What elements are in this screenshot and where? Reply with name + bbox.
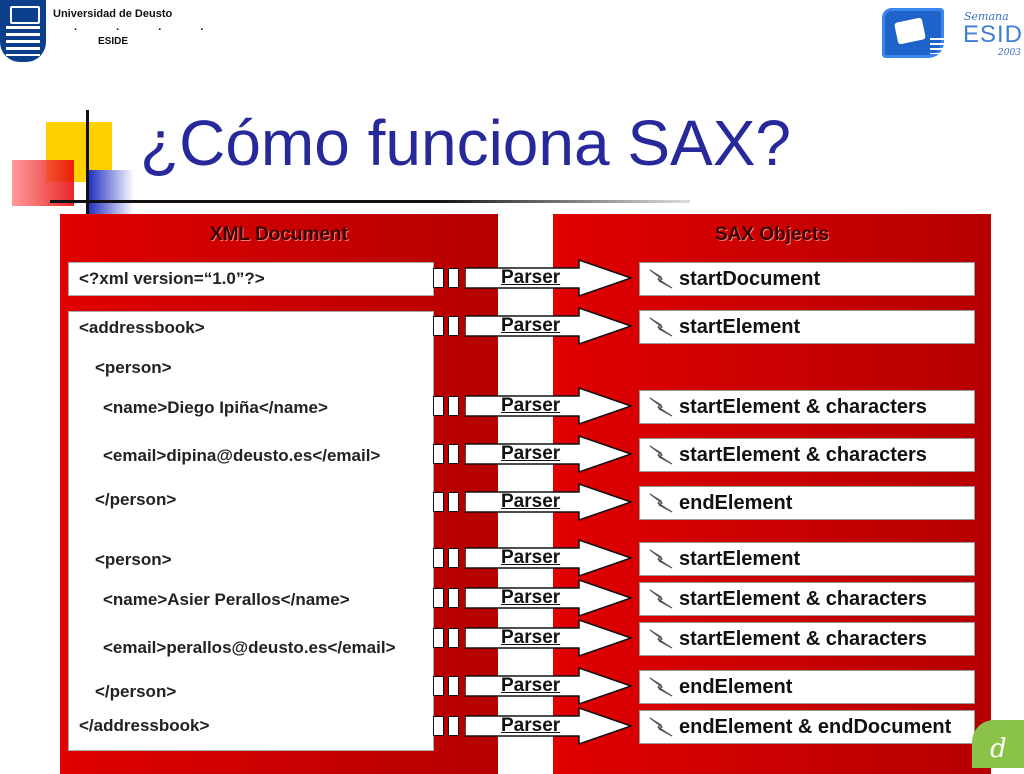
xml-line: </person>	[95, 490, 177, 509]
parser-label: Parser	[501, 267, 561, 288]
parser-arrow: Parser	[433, 666, 634, 706]
sax-event-label: startElement & characters	[679, 396, 927, 418]
sax-event-label: startDocument	[679, 268, 821, 290]
sax-event-label: startElement & characters	[679, 444, 927, 466]
parser-label: Parser	[501, 443, 561, 464]
eside-logo-year: 2003	[998, 48, 1021, 58]
corner-decoration: d	[972, 720, 1024, 768]
parser-arrow: Parser	[433, 306, 634, 346]
sax-event-label: endElement & endDocument	[679, 716, 952, 738]
xml-line: </person>	[95, 682, 177, 701]
parser-bar	[433, 444, 444, 464]
parser-bar	[448, 492, 459, 512]
parser-arrow: Parser	[433, 434, 634, 474]
xml-declaration-box: <?xml version=“1.0”?>	[68, 262, 434, 296]
parser-arrow: Parser	[433, 578, 634, 618]
parser-bar	[433, 548, 444, 568]
xml-line: <person>	[95, 550, 172, 569]
parser-bar	[448, 628, 459, 648]
parser-arrow: Parser	[433, 482, 634, 522]
xml-declaration: <?xml version=“1.0”?>	[79, 269, 265, 288]
eside-logo: Semana ESIDE 2003	[880, 4, 1024, 64]
xml-line: <name>Asier Perallos</name>	[103, 590, 350, 609]
university-dots: . . . .	[74, 21, 222, 33]
xml-document-heading: XML Document	[210, 224, 348, 245]
parser-bar	[433, 268, 444, 288]
university-logo	[0, 0, 46, 62]
parser-bar	[433, 716, 444, 736]
sax-event-box: endElement & endDocument	[639, 710, 975, 744]
parser-label: Parser	[501, 675, 561, 696]
xml-body-box: <addressbook> <person> <name>Diego Ipiña…	[68, 311, 434, 751]
parser-bar	[433, 676, 444, 696]
title-underline	[50, 200, 690, 203]
eside-emblem	[882, 8, 948, 58]
sax-event-label: startElement	[679, 316, 801, 338]
parser-bar	[448, 268, 459, 288]
sax-event-label: startElement & characters	[679, 588, 927, 610]
parser-bar	[448, 316, 459, 336]
parser-bar	[433, 588, 444, 608]
parser-bar	[448, 396, 459, 416]
sax-event-label: startElement	[679, 548, 801, 570]
xml-line: <person>	[95, 358, 172, 377]
sax-event-box: startElement & characters	[639, 438, 975, 472]
sax-event-box: endElement	[639, 670, 975, 704]
sax-event-label: endElement	[679, 492, 793, 514]
slide-title: ¿Cómo funciona SAX?	[140, 107, 791, 179]
xml-line: <email>dipina@deusto.es</email>	[103, 446, 381, 465]
parser-bar	[448, 716, 459, 736]
parser-arrow: Parser	[433, 386, 634, 426]
title-deco-blue-square	[88, 170, 134, 214]
parser-bar	[433, 628, 444, 648]
xml-line: <name>Diego Ipiña</name>	[103, 398, 328, 417]
sax-event-label: endElement	[679, 676, 793, 698]
parser-label: Parser	[501, 491, 561, 512]
xml-line: <email>perallos@deusto.es</email>	[103, 638, 396, 657]
parser-label: Parser	[501, 715, 561, 736]
parser-bar	[433, 396, 444, 416]
parser-bar	[448, 588, 459, 608]
sax-event-box: startElement	[639, 542, 975, 576]
parser-arrow: Parser	[433, 538, 634, 578]
title-deco-vertical-line	[86, 110, 89, 214]
parser-arrow: Parser	[433, 258, 634, 298]
parser-arrow: Parser	[433, 706, 634, 746]
parser-bar	[433, 316, 444, 336]
parser-label: Parser	[501, 547, 561, 568]
xml-line: <addressbook>	[79, 318, 205, 337]
parser-label: Parser	[501, 315, 561, 336]
xml-line: </addressbook>	[79, 716, 210, 735]
sax-event-box: startElement	[639, 310, 975, 344]
sax-event-box: startElement & characters	[639, 622, 975, 656]
eside-logo-word: ESIDE	[963, 21, 1024, 48]
parser-bar	[448, 676, 459, 696]
sax-event-box: endElement	[639, 486, 975, 520]
university-name: Universidad de Deusto	[53, 8, 173, 20]
parser-bar	[433, 492, 444, 512]
sax-event-label: startElement & characters	[679, 628, 927, 650]
parser-arrow: Parser	[433, 618, 634, 658]
parser-label: Parser	[501, 627, 561, 648]
sax-event-box: startDocument	[639, 262, 975, 296]
sax-event-box: startElement & characters	[639, 582, 975, 616]
sax-event-box: startElement & characters	[639, 390, 975, 424]
parser-bar	[448, 444, 459, 464]
parser-label: Parser	[501, 395, 561, 416]
parser-label: Parser	[501, 587, 561, 608]
parser-bar	[448, 548, 459, 568]
sax-objects-heading: SAX Objects	[714, 224, 830, 245]
faculty-name: ESIDE	[98, 36, 129, 47]
